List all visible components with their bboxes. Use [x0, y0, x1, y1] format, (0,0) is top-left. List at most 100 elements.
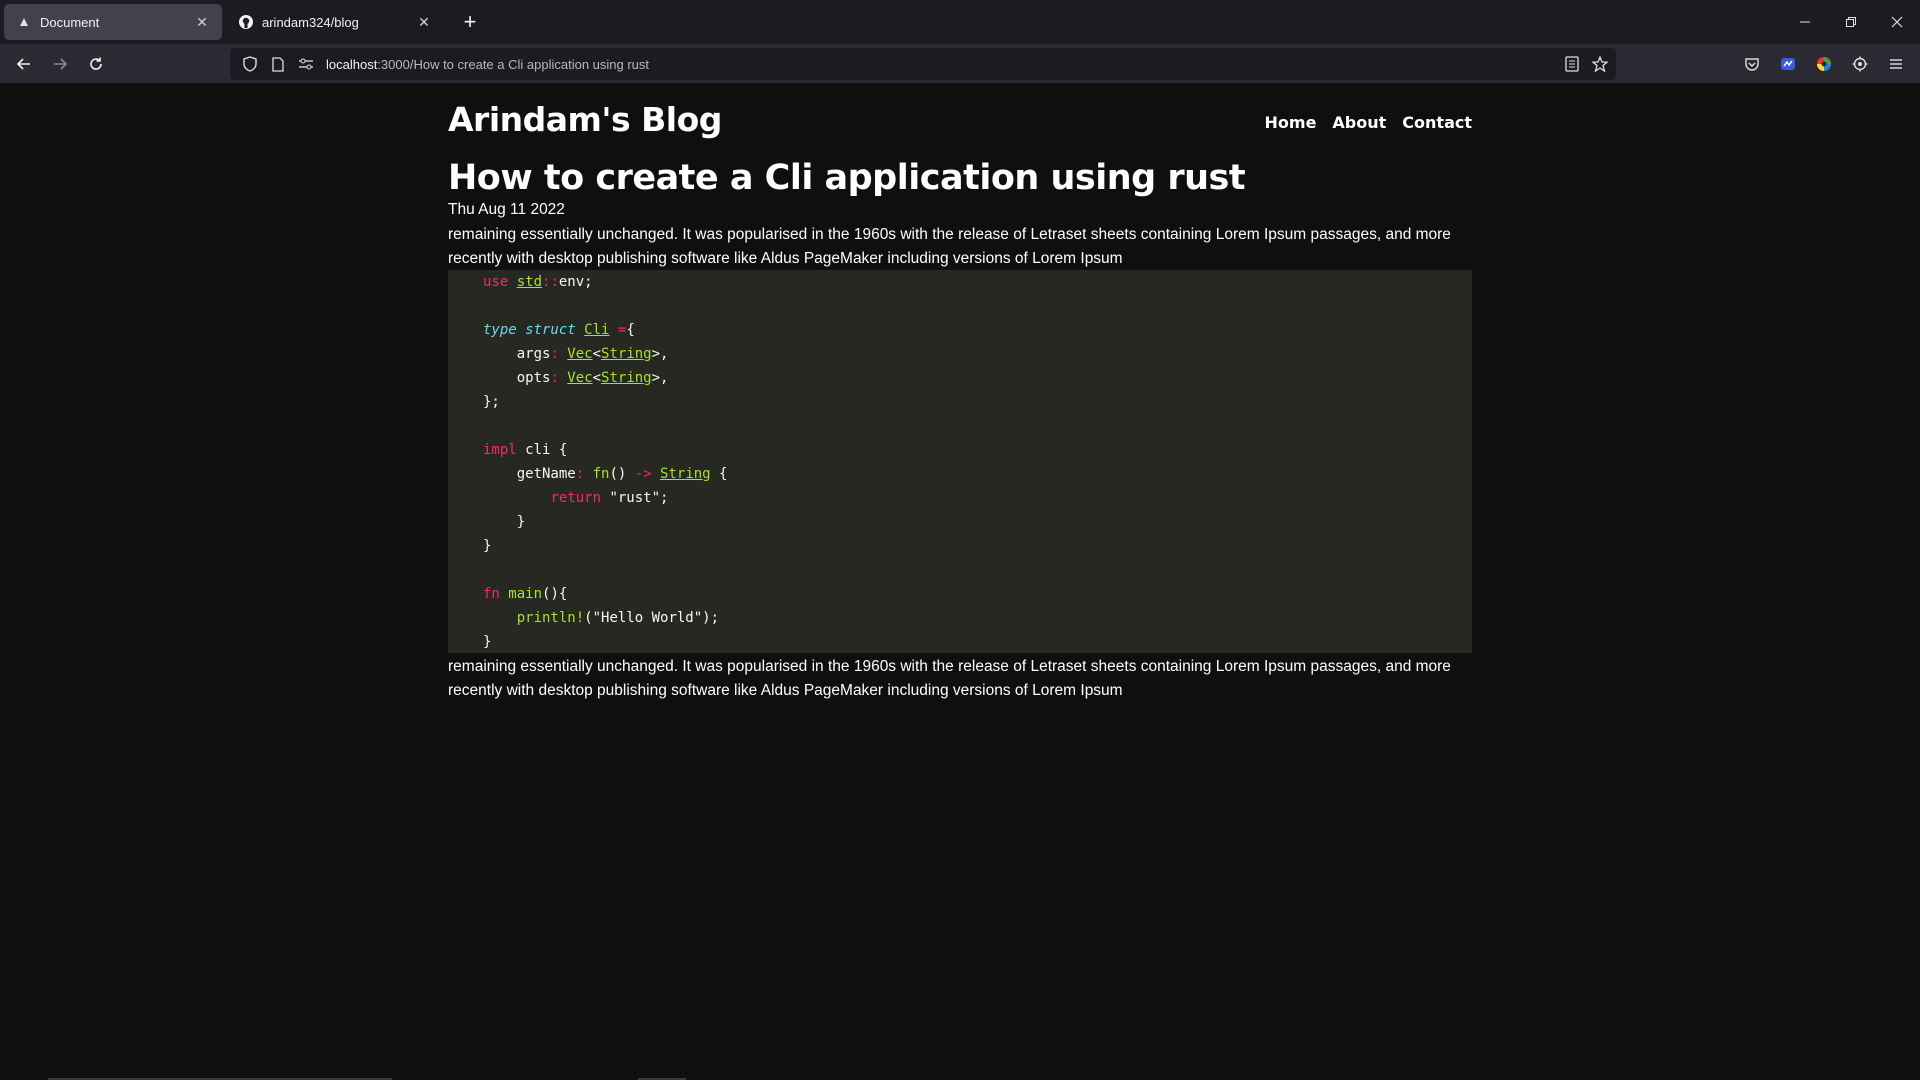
- code-line: return "rust";: [483, 486, 1472, 510]
- post-paragraph: remaining essentially unchanged. It was …: [448, 658, 1451, 699]
- permissions-icon[interactable]: [292, 50, 320, 78]
- tab-document[interactable]: Document ✕: [4, 4, 222, 40]
- code-token: fn: [483, 586, 509, 602]
- blog-title[interactable]: Arindam's Blog: [448, 100, 722, 139]
- code-token: :: [550, 346, 568, 362]
- close-window-icon[interactable]: [1877, 8, 1917, 36]
- code-token: Cli: [584, 322, 610, 338]
- extension-icon[interactable]: [1774, 50, 1802, 78]
- back-arrow-icon[interactable]: [10, 50, 38, 78]
- code-token: String: [601, 346, 652, 362]
- code-token: env;: [558, 274, 593, 290]
- code-line: use std::env;: [483, 270, 1472, 294]
- close-icon[interactable]: ✕: [192, 12, 212, 32]
- shield-icon[interactable]: [236, 50, 264, 78]
- page-icon[interactable]: [264, 50, 292, 78]
- code-line: }: [483, 510, 1472, 534]
- page-container: Arindam's Blog Home About Contact How to…: [448, 85, 1472, 699]
- github-icon: [238, 14, 254, 30]
- post-date: Thu Aug 11 2022: [448, 201, 565, 218]
- code-line: args: Vec<String>,: [483, 342, 1472, 366]
- code-token: opts: [483, 370, 551, 386]
- reader-view-icon[interactable]: [1558, 50, 1586, 78]
- code-token: }: [483, 634, 492, 650]
- nav-contact-link[interactable]: Contact: [1402, 113, 1472, 132]
- code-token: return: [550, 490, 610, 506]
- hamburger-menu-icon[interactable]: [1882, 50, 1910, 78]
- code-token: Vec: [567, 370, 593, 386]
- site-header: Arindam's Blog Home About Contact: [448, 85, 1472, 145]
- minimize-icon[interactable]: [1785, 8, 1825, 36]
- site-nav: Home About Contact: [1265, 113, 1472, 132]
- code-token: String: [601, 370, 652, 386]
- code-token: =: [609, 322, 627, 338]
- code-token: (){: [542, 586, 568, 602]
- code-token: Vec: [567, 346, 593, 362]
- code-token: (): [609, 466, 635, 482]
- code-token: println!: [516, 610, 585, 626]
- post-paragraph: remaining essentially unchanged. It was …: [448, 226, 1451, 267]
- reload-icon[interactable]: [82, 50, 110, 78]
- code-line: type struct Cli ={: [483, 318, 1472, 342]
- code-line: };: [483, 390, 1472, 414]
- code-token: <: [592, 370, 602, 386]
- code-token: cli {: [525, 442, 568, 458]
- code-token: ::: [542, 274, 559, 290]
- code-token: args: [483, 346, 551, 362]
- pocket-icon[interactable]: [1738, 50, 1766, 78]
- code-token: {: [626, 322, 635, 338]
- url-host: localhost: [326, 56, 378, 72]
- code-line: }: [483, 630, 1472, 654]
- nav-home-link[interactable]: Home: [1265, 113, 1317, 132]
- code-line: impl cli {: [483, 438, 1472, 462]
- code-token: {: [710, 466, 728, 482]
- document-icon: [16, 14, 32, 30]
- address-bar[interactable]: localhost:3000/How to create a Cli appli…: [230, 48, 1616, 80]
- code-line: fn main(){: [483, 582, 1472, 606]
- code-token: :: [575, 466, 593, 482]
- code-token: std: [516, 274, 543, 290]
- code-token: >,: [651, 346, 669, 362]
- tab-strip: Document ✕ arindam324/blog ✕ +: [0, 0, 1920, 44]
- tab-github[interactable]: arindam324/blog ✕: [226, 4, 444, 40]
- code-token: }: [483, 538, 492, 554]
- forward-arrow-icon[interactable]: [46, 50, 74, 78]
- web-page: Arindam's Blog Home About Contact How to…: [0, 85, 1920, 1080]
- code-token: }: [483, 514, 526, 530]
- tab-title: arindam324/blog: [262, 14, 359, 30]
- code-line: }: [483, 534, 1472, 558]
- navigation-toolbar: localhost:3000/How to create a Cli appli…: [0, 44, 1920, 84]
- bookmark-star-icon[interactable]: [1586, 50, 1614, 78]
- code-token: main: [508, 586, 543, 602]
- code-token: };: [483, 394, 500, 410]
- code-token: <: [592, 346, 602, 362]
- extensions-puzzle-icon[interactable]: [1846, 50, 1874, 78]
- code-token: getName: [483, 466, 576, 482]
- restore-icon[interactable]: [1831, 8, 1871, 36]
- code-token: >,: [651, 370, 669, 386]
- new-tab-button[interactable]: +: [458, 9, 482, 34]
- code-token: :: [550, 370, 568, 386]
- code-block: use std::env; type struct Cli ={ args: V…: [448, 270, 1472, 653]
- url-path: :3000/How to create a Cli application us…: [377, 56, 650, 72]
- color-picker-icon[interactable]: [1810, 50, 1838, 78]
- code-token: ->: [634, 466, 661, 482]
- tab-title: Document: [40, 14, 100, 30]
- code-line: opts: Vec<String>,: [483, 366, 1472, 390]
- code-token: impl: [483, 442, 526, 458]
- nav-about-link[interactable]: About: [1332, 113, 1386, 132]
- code-token: ("Hello World");: [584, 610, 720, 626]
- code-token: fn: [592, 466, 610, 482]
- code-token: String: [660, 466, 711, 482]
- code-line: println!("Hello World");: [483, 606, 1472, 630]
- code-token: use: [483, 274, 517, 290]
- url-text[interactable]: localhost:3000/How to create a Cli appli…: [326, 57, 649, 72]
- close-icon[interactable]: ✕: [414, 12, 434, 32]
- code-token: type struct: [483, 322, 585, 338]
- code-token: "rust";: [609, 490, 669, 506]
